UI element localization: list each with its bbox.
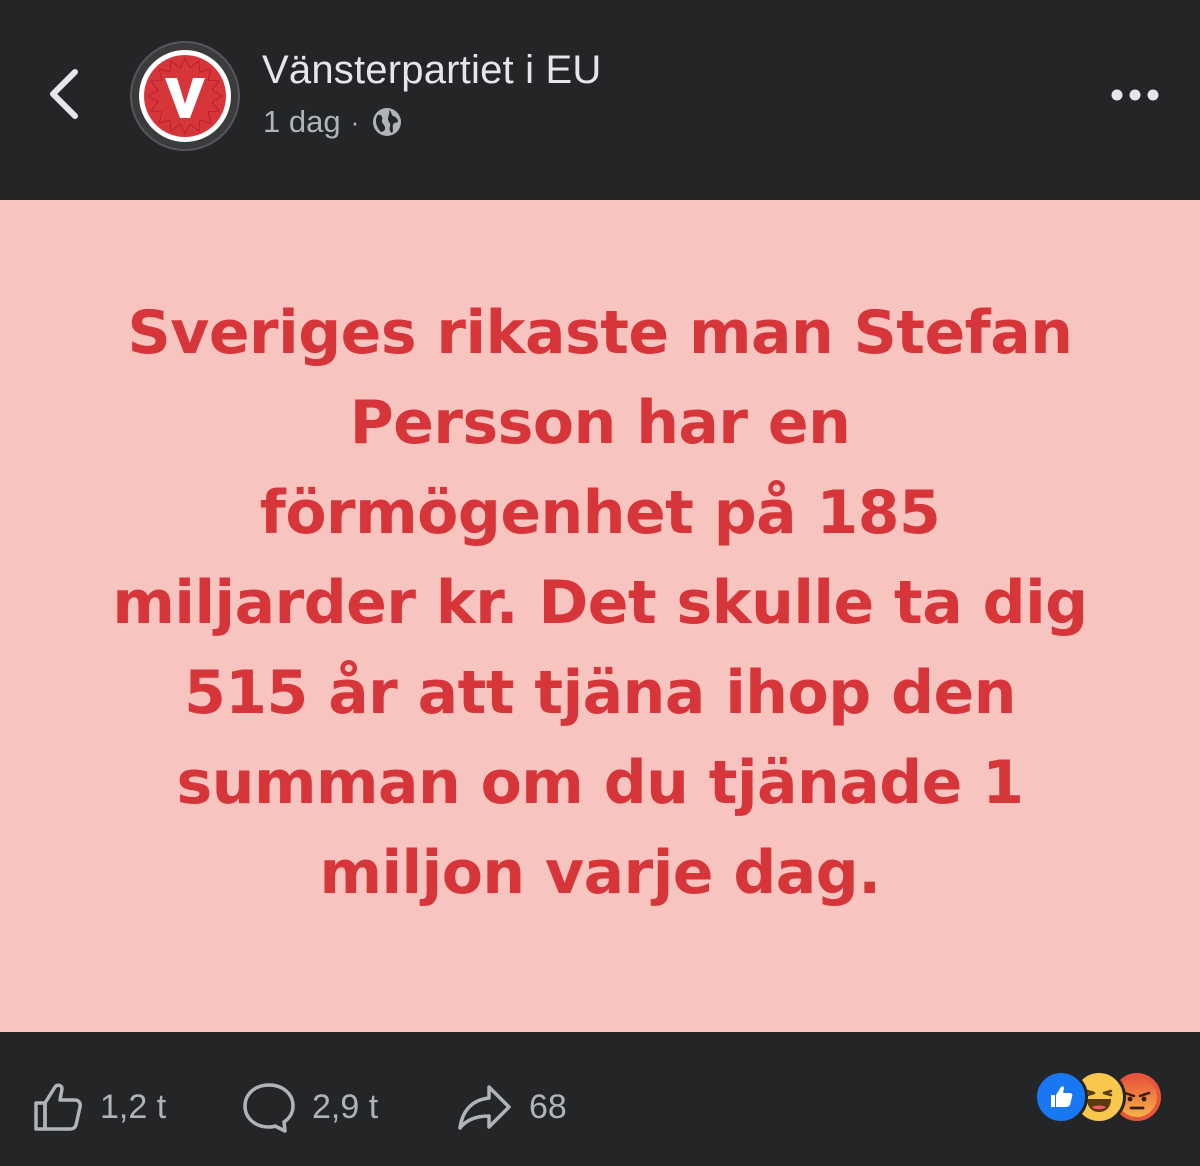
vansterpartiet-logo	[139, 50, 231, 142]
more-options-button[interactable]	[1100, 70, 1170, 120]
thumbs-up-icon	[34, 1083, 82, 1131]
back-button[interactable]	[30, 52, 100, 136]
share-button[interactable]: 68	[455, 1072, 567, 1142]
post-text-line: miljon varje dag.	[319, 838, 881, 908]
post-text-line: 515 år att tjäna ihop den	[184, 658, 1016, 728]
like-count: 1,2 t	[100, 1087, 167, 1126]
comment-button[interactable]: 2,9 t	[240, 1072, 378, 1142]
share-count: 68	[529, 1087, 567, 1126]
page-name[interactable]: Vänsterpartiet i EU	[262, 48, 602, 93]
post-text-line: Persson har en	[349, 388, 851, 458]
like-reaction-icon	[1034, 1070, 1088, 1124]
reaction-summary[interactable]	[1034, 1070, 1174, 1124]
post-text-line: summan om du tjänade 1	[176, 748, 1024, 818]
like-button[interactable]: 1,2 t	[30, 1072, 166, 1142]
globe-icon	[373, 108, 402, 136]
chevron-left-icon	[50, 69, 78, 119]
comment-bubble-icon	[243, 1083, 295, 1133]
comment-count: 2,9 t	[312, 1087, 379, 1126]
post-text-line: Sveriges rikaste man Stefan	[127, 298, 1073, 368]
post-time[interactable]: 1 dag	[263, 104, 341, 140]
post-text: Sveriges rikaste man Stefan Persson har …	[80, 288, 1120, 918]
page-avatar[interactable]	[130, 41, 240, 151]
post-text-line: förmögenhet på 185	[259, 478, 941, 548]
post-meta: 1 dag ·	[263, 102, 403, 142]
share-arrow-icon	[458, 1085, 511, 1130]
more-horizontal-icon	[1111, 89, 1159, 101]
post-text-card: Sveriges rikaste man Stefan Persson har …	[0, 200, 1200, 1032]
post-text-line: miljarder kr. Det skulle ta dig	[112, 568, 1088, 638]
post-header: Vänsterpartiet i EU 1 dag ·	[0, 0, 1200, 200]
meta-separator: ·	[350, 106, 360, 137]
post-action-bar: 1,2 t 2,9 t 68	[0, 1032, 1200, 1166]
